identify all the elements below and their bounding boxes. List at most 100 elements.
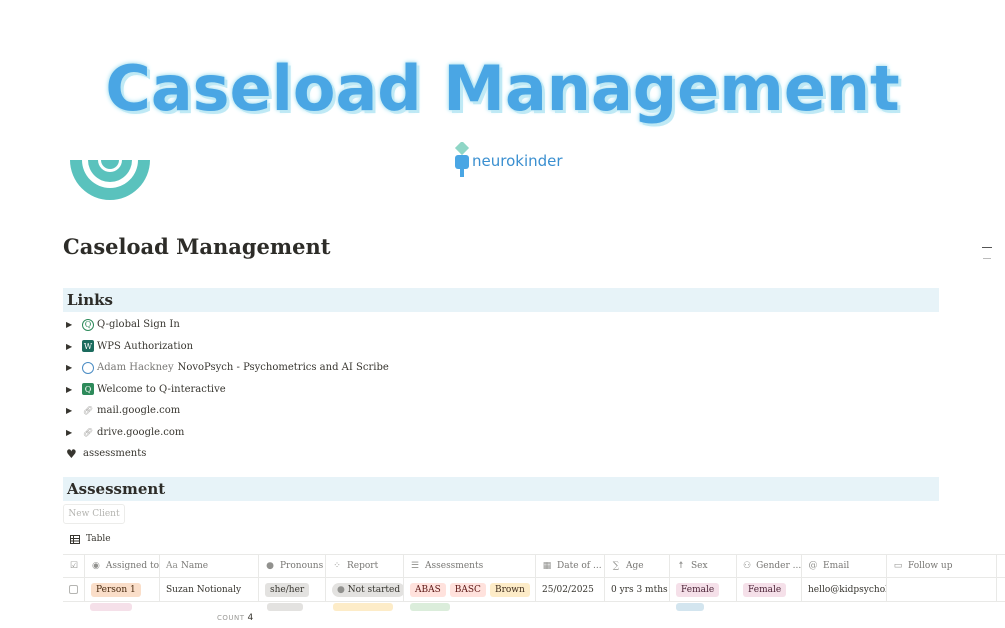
table-header-row: ☑ ◉ Assigned to Aa Name ● Pronouns ⁘ Report … [63, 554, 1005, 578]
cell-assigned[interactable]: Person 1 [85, 578, 160, 601]
link-label[interactable]: NovoPsych - Psychometrics and AI Scribe [178, 362, 389, 373]
col-label: Assigned to [105, 561, 159, 571]
col-label: Report [347, 561, 379, 571]
col-email[interactable]: @ Email [802, 555, 887, 577]
email-value[interactable]: hello@kidpsycholog [808, 585, 886, 595]
date-value: 25/02/2025 [542, 584, 594, 595]
multi-select-icon: ☰ [410, 561, 420, 571]
links-heading: Links [63, 288, 939, 312]
age-value: 0 yrs 3 mths [611, 584, 668, 595]
count-label: COUNT [217, 614, 245, 622]
link-label[interactable]: drive.google.com [97, 427, 184, 438]
link-label[interactable]: Q-global Sign In [97, 319, 180, 330]
heart-icon: ♥ [66, 446, 77, 461]
col-follow-up[interactable]: ▭ Follow up [887, 555, 997, 577]
col-assigned[interactable]: ◉ Assigned to [85, 555, 160, 577]
col-sex[interactable]: ☨ Sex [670, 555, 737, 577]
sex-tag: Female [676, 582, 720, 597]
new-client-button[interactable]: New Client [63, 504, 125, 524]
link-icon: 🔗︎ [82, 406, 94, 416]
link-item-mail[interactable]: ▶ 🔗︎ mail.google.com [66, 400, 389, 422]
gender-tag: Female [743, 582, 787, 597]
table-row[interactable]: Person 1 Suzan Notionaly she/her ● Not s… [63, 578, 1005, 602]
link-icon: 🔗︎ [82, 427, 94, 437]
person-icon: ◉ [91, 561, 100, 571]
link-label[interactable]: mail.google.com [97, 405, 180, 416]
assessment-tag: Brown [489, 582, 530, 597]
view-tab-label[interactable]: Table [86, 534, 111, 544]
link-item-wps[interactable]: ▶ W WPS Authorization [66, 336, 389, 358]
q-global-icon: Q [82, 318, 94, 331]
formula-icon: ∑ [612, 561, 620, 571]
next-row-tag [676, 603, 704, 611]
cell-follow-up[interactable] [887, 578, 997, 601]
col-label: Sex [691, 561, 708, 571]
speech-bubble-icon: ● [266, 561, 274, 571]
cell-assessments[interactable]: ABAS BASC Brown [404, 578, 536, 601]
link-item-q-interactive[interactable]: ▶ Q Welcome to Q-interactive [66, 379, 389, 401]
col-label: Email [823, 561, 850, 571]
toc-indicator[interactable] [982, 247, 992, 248]
logo-text: neurokinder [472, 152, 563, 170]
cell-age: 0 yrs 3 mths [605, 578, 670, 601]
table-icon [70, 534, 80, 544]
calendar-icon: ▭ [893, 561, 903, 571]
cell-report[interactable]: ● Not started [326, 578, 404, 601]
person-tag: Person 1 [91, 582, 141, 597]
cell-gender[interactable]: Female [737, 578, 802, 601]
link-item-q-global[interactable]: ▶ Q Q-global Sign In [66, 314, 389, 336]
toc-indicator-secondary[interactable] [983, 258, 991, 259]
col-age[interactable]: ∑ Age [605, 555, 670, 577]
page-title: Caseload Management [63, 234, 331, 259]
banner-title: Caseload Management [105, 52, 900, 125]
link-author: Adam Hackney [97, 362, 174, 374]
link-item-drive[interactable]: ▶ 🔗︎ drive.google.com [66, 422, 389, 444]
col-label: Assessments [425, 561, 484, 571]
link-item-novopsych[interactable]: ▶ Adam Hackney NovoPsych - Psychometrics… [66, 357, 389, 379]
status-dot-icon: ● [337, 584, 348, 595]
status-icon: ⁘ [333, 561, 341, 571]
toggle-triangle-icon[interactable]: ▶ [66, 385, 78, 394]
page-icon [70, 160, 150, 200]
wps-icon: W [82, 340, 94, 353]
toggle-triangle-icon[interactable]: ▶ [66, 363, 78, 372]
row-checkbox[interactable] [63, 578, 85, 601]
cell-pronouns[interactable]: she/her [259, 578, 326, 601]
assessment-table: ☑ ◉ Assigned to Aa Name ● Pronouns ⁘ Report … [63, 554, 1005, 602]
cell-email[interactable]: hello@kidpsycholog [802, 578, 887, 601]
checkbox[interactable] [69, 585, 78, 594]
col-label: Pronouns [280, 561, 324, 571]
next-row-tag [90, 603, 132, 611]
col-name[interactable]: Aa Name [160, 555, 259, 577]
next-row-tag [267, 603, 303, 611]
select-all-cell[interactable]: ☑ [63, 555, 85, 577]
toggle-triangle-icon[interactable]: ▶ [66, 320, 78, 329]
col-label: Date of ... [557, 561, 602, 571]
client-name[interactable]: Suzan Notionaly [166, 585, 241, 595]
toggle-triangle-icon[interactable]: ▶ [66, 342, 78, 351]
assessments-label[interactable]: assessments [83, 448, 146, 459]
view-tab-table[interactable]: Table [70, 534, 111, 544]
toggle-triangle-icon[interactable]: ▶ [66, 428, 78, 437]
assessment-tag: ABAS [410, 582, 446, 597]
col-report[interactable]: ⁘ Report [326, 555, 404, 577]
link-label[interactable]: Welcome to Q-interactive [97, 384, 226, 395]
cell-date[interactable]: 25/02/2025 [536, 578, 605, 601]
cell-name[interactable]: Suzan Notionaly [160, 578, 259, 601]
cell-sex[interactable]: Female [670, 578, 737, 601]
col-pronouns[interactable]: ● Pronouns [259, 555, 326, 577]
toggle-triangle-icon[interactable]: ▶ [66, 406, 78, 415]
assessments-page-link[interactable]: ♥ assessments [66, 443, 389, 465]
checkbox-header-icon[interactable]: ☑ [69, 561, 79, 571]
col-assessments[interactable]: ☰ Assessments [404, 555, 536, 577]
assessment-heading: Assessment [63, 477, 939, 501]
logo-mark-icon [454, 142, 470, 177]
next-row-tag [410, 603, 450, 611]
novopsych-icon [82, 361, 94, 374]
col-date[interactable]: ▦ Date of ... [536, 555, 605, 577]
links-list: ▶ Q Q-global Sign In ▶ W WPS Authorizati… [66, 314, 389, 465]
link-label[interactable]: WPS Authorization [97, 341, 193, 352]
person-figure-icon: ☨ [678, 561, 684, 571]
col-label: Follow up [908, 561, 953, 571]
col-gender[interactable]: ⚇ Gender ... [737, 555, 802, 577]
